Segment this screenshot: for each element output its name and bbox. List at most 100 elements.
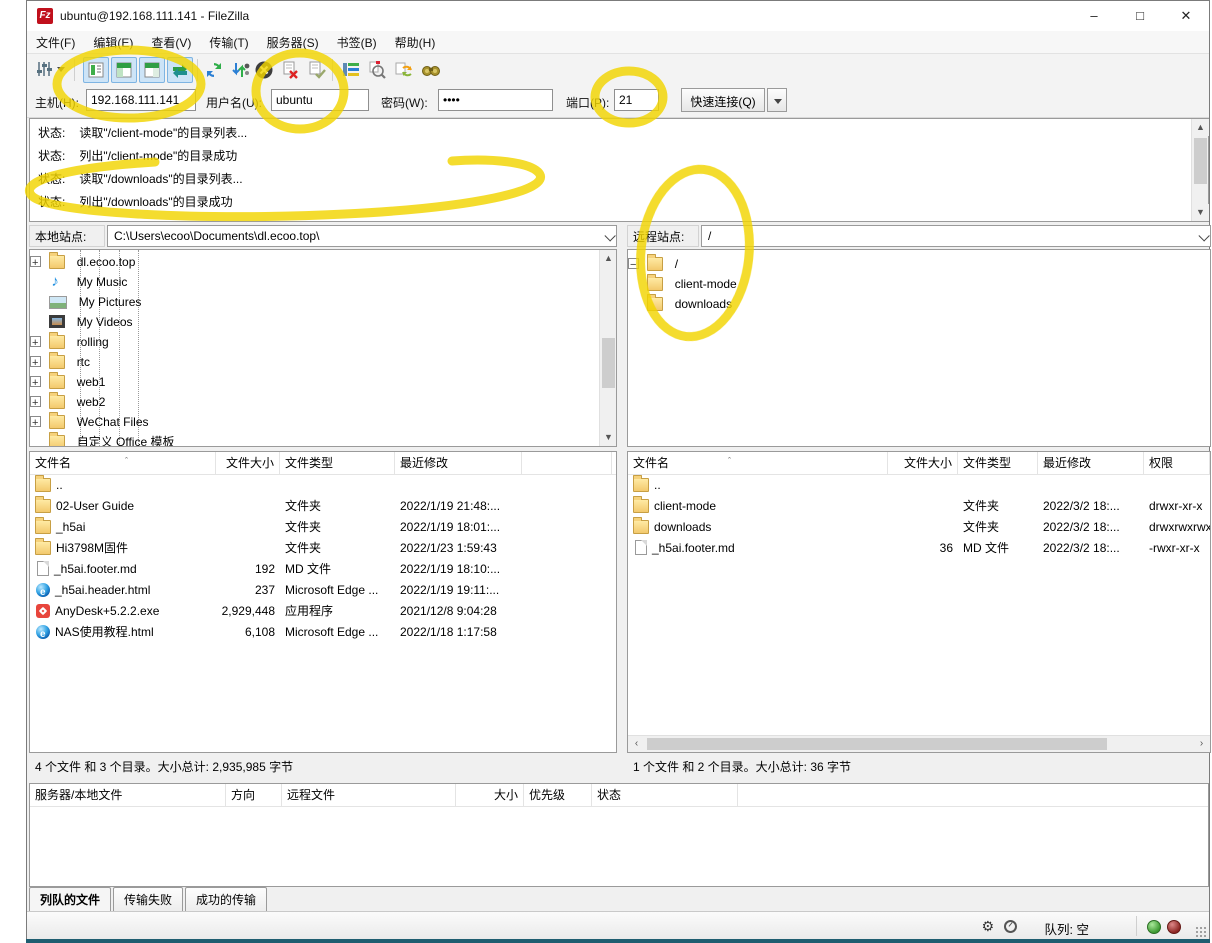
scroll-up-icon[interactable]: ▲	[600, 250, 617, 267]
local-tree-item[interactable]: WeChat Files	[30, 412, 616, 432]
remote-file-row[interactable]: downloads文件夹2022/3/2 18:...drwxrwxrwx	[628, 517, 1210, 538]
scroll-right-icon[interactable]: ›	[1193, 736, 1210, 752]
speed-limit-gear-icon[interactable]: ⚙	[981, 918, 994, 935]
remote-file-row[interactable]: ..	[628, 475, 1210, 496]
column-header-size[interactable]: 大小	[456, 784, 524, 806]
scroll-up-icon[interactable]: ▲	[1192, 119, 1209, 136]
column-header-status[interactable]: 状态	[592, 784, 738, 806]
find-files-icon[interactable]	[418, 57, 444, 83]
remote-file-row[interactable]: _h5ai.footer.md36MD 文件2022/3/2 18:...-rw…	[628, 538, 1210, 559]
local-file-row[interactable]: AnyDesk+5.2.2.exe2,929,448应用程序2021/12/8 …	[30, 601, 616, 622]
menu-item[interactable]: 服务器(S)	[258, 31, 328, 54]
remote-horizontal-scrollbar[interactable]: ‹ ›	[628, 735, 1210, 752]
site-manager-dropdown-icon[interactable]	[57, 67, 65, 72]
column-header-type[interactable]: 文件类型	[280, 452, 395, 474]
scroll-down-icon[interactable]: ▼	[600, 429, 617, 446]
column-header-blank[interactable]	[522, 452, 612, 474]
menu-item[interactable]: 编辑(E)	[84, 31, 142, 54]
local-file-row[interactable]: ..	[30, 475, 616, 496]
local-tree-item[interactable]: rtc	[30, 352, 616, 372]
column-header-modified[interactable]: 最近修改	[1038, 452, 1144, 474]
compare-directories-icon[interactable]	[364, 57, 390, 83]
gauge-icon[interactable]	[1004, 920, 1017, 933]
local-file-row[interactable]: _h5ai.header.html237Microsoft Edge ...20…	[30, 580, 616, 601]
filter-icon[interactable]	[338, 57, 364, 83]
quickconnect-button[interactable]: 快速连接(Q)	[681, 88, 765, 112]
menu-item[interactable]: 查看(V)	[142, 31, 200, 54]
column-header-type[interactable]: 文件类型	[958, 452, 1038, 474]
remote-tree-item[interactable]: downloads	[628, 294, 1210, 314]
remote-tree-item[interactable]: /	[628, 254, 1210, 274]
local-file-row[interactable]: _h5ai.footer.md192MD 文件2022/1/19 18:10:.…	[30, 559, 616, 580]
expand-toggle-icon[interactable]	[30, 256, 41, 267]
toggle-transfer-queue-icon[interactable]	[167, 57, 193, 83]
reconnect-icon[interactable]	[304, 57, 330, 83]
local-tree-scrollbar[interactable]: ▲ ▼	[599, 250, 616, 446]
cancel-icon[interactable]	[251, 57, 277, 83]
expand-toggle-icon[interactable]	[628, 258, 639, 269]
column-header-size[interactable]: 文件大小	[216, 452, 280, 474]
username-input[interactable]	[271, 89, 369, 111]
queue-tab[interactable]: 成功的传输	[185, 887, 267, 913]
column-header-remote-file[interactable]: 远程文件	[282, 784, 456, 806]
local-tree-item[interactable]: rolling	[30, 332, 616, 352]
column-header-size[interactable]: 文件大小	[888, 452, 958, 474]
port-input[interactable]	[614, 89, 659, 111]
disconnect-icon[interactable]	[278, 57, 304, 83]
host-input[interactable]	[86, 89, 196, 111]
minimize-button[interactable]: –	[1071, 1, 1117, 31]
local-tree-item[interactable]: web2	[30, 392, 616, 412]
synchronized-browsing-icon[interactable]	[390, 57, 416, 83]
maximize-button[interactable]: □	[1117, 1, 1163, 31]
local-path-combo[interactable]: C:\Users\ecoo\Documents\dl.ecoo.top\	[107, 225, 617, 247]
scroll-down-icon[interactable]: ▼	[1192, 204, 1209, 221]
chevron-down-icon[interactable]	[604, 230, 615, 241]
close-button[interactable]: ✕	[1163, 1, 1209, 31]
expand-toggle-icon[interactable]	[30, 416, 41, 427]
expand-toggle-icon[interactable]	[30, 336, 41, 347]
menu-item[interactable]: 文件(F)	[27, 31, 84, 54]
expand-toggle-icon[interactable]	[30, 396, 41, 407]
local-tree-item[interactable]: My Music	[30, 272, 616, 292]
scrollbar-thumb[interactable]	[602, 338, 615, 388]
column-header-perms[interactable]: 权限	[1144, 452, 1210, 474]
resize-grip[interactable]	[1195, 926, 1207, 938]
column-header-name[interactable]: 文件名ˆ	[30, 452, 216, 474]
local-tree-item[interactable]: dl.ecoo.top	[30, 252, 616, 272]
queue-tab[interactable]: 列队的文件	[29, 887, 111, 913]
remote-tree-item[interactable]: client-mode	[628, 274, 1210, 294]
column-header-name[interactable]: 文件名ˆ	[628, 452, 888, 474]
password-input[interactable]	[438, 89, 553, 111]
quickconnect-dropdown-button[interactable]	[767, 88, 787, 112]
scrollbar-thumb[interactable]	[647, 738, 1107, 750]
log-scrollbar[interactable]: ▲ ▼	[1191, 119, 1208, 221]
remote-path-combo[interactable]: /	[701, 225, 1211, 247]
local-tree-item[interactable]: My Pictures	[30, 292, 616, 312]
toggle-remote-tree-icon[interactable]	[139, 57, 165, 83]
column-header-priority[interactable]: 优先级	[524, 784, 592, 806]
menu-item[interactable]: 书签(B)	[328, 31, 386, 54]
expand-toggle-icon[interactable]	[30, 376, 41, 387]
titlebar[interactable]: Fz ubuntu@192.168.111.141 - FileZilla – …	[27, 1, 1209, 31]
local-tree-item[interactable]: web1	[30, 372, 616, 392]
local-file-row[interactable]: NAS使用教程.html6,108Microsoft Edge ...2022/…	[30, 622, 616, 643]
toggle-message-log-icon[interactable]	[83, 57, 109, 83]
site-manager-icon[interactable]	[31, 57, 57, 83]
local-tree-item[interactable]: 自定义 Office 模板	[30, 432, 616, 447]
queue-tab[interactable]: 传输失败	[113, 887, 183, 913]
menu-item[interactable]: 帮助(H)	[386, 31, 445, 54]
scrollbar-thumb[interactable]	[1194, 138, 1207, 184]
local-file-row[interactable]: _h5ai文件夹2022/1/19 18:01:...	[30, 517, 616, 538]
menu-item[interactable]: 传输(T)	[200, 31, 257, 54]
chevron-down-icon[interactable]	[1198, 230, 1209, 241]
local-file-row[interactable]: 02-User Guide文件夹2022/1/19 21:48:...	[30, 496, 616, 517]
expand-toggle-icon[interactable]	[30, 356, 41, 367]
toggle-local-tree-icon[interactable]	[111, 57, 137, 83]
remote-file-row[interactable]: client-mode文件夹2022/3/2 18:...drwxr-xr-x	[628, 496, 1210, 517]
column-header-modified[interactable]: 最近修改	[395, 452, 522, 474]
local-tree-item[interactable]: My Videos	[30, 312, 616, 332]
pane-splitter[interactable]	[618, 225, 626, 781]
refresh-icon[interactable]	[201, 57, 227, 83]
column-header-server-local-file[interactable]: 服务器/本地文件	[30, 784, 226, 806]
local-file-row[interactable]: Hi3798M固件文件夹2022/1/23 1:59:43	[30, 538, 616, 559]
